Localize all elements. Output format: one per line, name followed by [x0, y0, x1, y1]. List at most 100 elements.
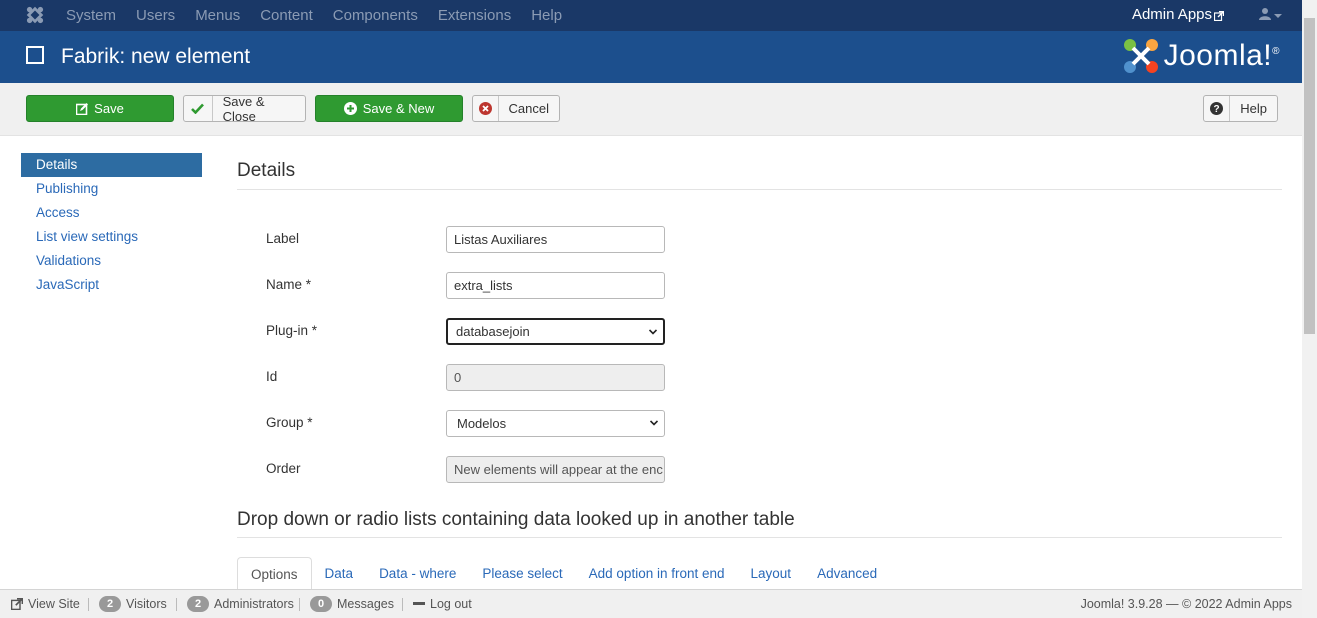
svg-text:?: ?	[1214, 104, 1220, 115]
menu-system[interactable]: System	[66, 7, 116, 24]
save-button[interactable]: Save	[26, 95, 174, 122]
visitors-badge: 2	[99, 596, 121, 612]
joomla-wordmark: Joomla!®	[1164, 39, 1280, 73]
view-site-link[interactable]: View Site	[11, 590, 80, 618]
menu-components[interactable]: Components	[333, 7, 418, 24]
page-title: Fabrik: new element	[61, 45, 251, 68]
plugin-select-value: databasejoin	[456, 324, 530, 339]
messages-status[interactable]: 0 Messages	[310, 590, 394, 618]
separator	[88, 598, 89, 611]
plugin-field-label: Plug-in *	[266, 323, 318, 338]
menu-menus[interactable]: Menus	[195, 7, 240, 24]
help-icon-box: ?	[1204, 96, 1231, 121]
page-scrollbar[interactable]	[1302, 0, 1317, 618]
plugin-select[interactable]: databasejoin	[446, 318, 665, 345]
joomla-wordmark-text: Joomla!	[1163, 39, 1273, 72]
divider	[237, 189, 1282, 190]
tab-data-where[interactable]: Data - where	[366, 557, 469, 591]
administrators-status[interactable]: 2 Administrators	[187, 590, 294, 618]
external-link-icon	[1214, 11, 1224, 21]
tab-options[interactable]: Options	[237, 557, 312, 591]
sidebar-item-validations[interactable]: Validations	[21, 249, 202, 273]
tab-please-select[interactable]: Please select	[469, 557, 575, 591]
joomla-logo-icon	[1123, 39, 1158, 73]
joomla-logo: Joomla!®	[1122, 37, 1280, 75]
sidebar-item-access[interactable]: Access	[21, 201, 202, 225]
external-link-icon	[11, 598, 23, 610]
separator	[402, 598, 403, 611]
id-field-label: Id	[266, 369, 278, 384]
group-field-label: Group *	[266, 415, 313, 430]
save-close-label: Save & Close	[222, 93, 265, 124]
cancel-button[interactable]: Cancel	[472, 95, 560, 122]
main-menu: System Users Menus Content Components Ex…	[66, 0, 582, 31]
name-field-label: Name *	[266, 277, 312, 292]
tab-data[interactable]: Data	[312, 557, 367, 591]
messages-badge: 0	[310, 596, 332, 612]
page-header: Fabrik: new element Joomla!®	[0, 31, 1302, 83]
user-icon[interactable]	[1258, 7, 1272, 21]
version-text: Joomla! 3.9.28	[1080, 597, 1163, 611]
sidebar-item-publishing[interactable]: Publishing	[21, 177, 202, 201]
details-heading: Details	[237, 160, 296, 181]
save-label: Save	[94, 101, 124, 116]
sidebar-nav: Details Publishing Access List view sett…	[21, 153, 202, 297]
administrators-badge: 2	[187, 596, 209, 612]
cancel-label: Cancel	[508, 101, 549, 116]
chevron-down-icon	[650, 420, 658, 426]
sidebar-item-javascript[interactable]: JavaScript	[21, 273, 202, 297]
joomla-menu-icon[interactable]	[26, 5, 44, 25]
view-site-label: View Site	[28, 597, 80, 611]
separator	[299, 598, 300, 611]
plugin-section-heading: Drop down or radio lists containing data…	[237, 509, 795, 530]
status-bar: View Site 2 Visitors 2 Administrators 0 …	[0, 589, 1302, 618]
help-label: Help	[1240, 101, 1267, 116]
cancel-icon-box	[473, 96, 499, 121]
check-icon	[191, 103, 205, 114]
administrators-label: Administrators	[214, 597, 294, 611]
save-new-button[interactable]: Save & New	[315, 95, 463, 122]
chevron-down-icon[interactable]	[1274, 14, 1282, 18]
site-name-label: Admin Apps	[1131, 6, 1212, 23]
sidebar-item-list-view-settings[interactable]: List view settings	[21, 225, 202, 249]
group-select[interactable]: Modelos	[446, 410, 665, 437]
admin-topbar: System Users Menus Content Components Ex…	[0, 0, 1302, 31]
cancel-icon	[478, 102, 492, 115]
tab-add-option-front-end[interactable]: Add option in front end	[576, 557, 738, 591]
label-input[interactable]: Listas Auxiliares	[446, 226, 665, 253]
menu-extensions[interactable]: Extensions	[438, 7, 511, 24]
scrollbar-thumb[interactable]	[1304, 18, 1315, 334]
order-field-label: Order	[266, 461, 301, 476]
save-new-label: Save & New	[362, 101, 435, 116]
page-icon	[26, 46, 44, 64]
edit-icon	[76, 102, 89, 115]
save-close-icon-box	[184, 96, 213, 121]
order-input: New elements will appear at the enc	[446, 456, 665, 483]
separator	[176, 598, 177, 611]
tab-advanced[interactable]: Advanced	[804, 557, 890, 591]
logout-link[interactable]: Log out	[413, 590, 472, 618]
plugin-tabs: Options Data Data - where Please select …	[237, 557, 1282, 591]
save-close-button[interactable]: Save & Close	[183, 93, 306, 124]
menu-users[interactable]: Users	[136, 7, 175, 24]
menu-content[interactable]: Content	[260, 7, 313, 24]
logout-label: Log out	[430, 597, 472, 611]
chevron-down-icon	[649, 329, 657, 335]
sidebar-item-details[interactable]: Details	[21, 153, 202, 177]
tab-layout[interactable]: Layout	[738, 557, 805, 591]
site-name-link[interactable]: Admin Apps	[1132, 6, 1226, 23]
visitors-label: Visitors	[126, 597, 167, 611]
registered-mark: ®	[1272, 46, 1280, 57]
divider	[237, 537, 1282, 538]
footer-copyright: Joomla! 3.9.28 — © 2022 Admin Apps	[1081, 590, 1292, 618]
name-input[interactable]: extra_lists	[446, 272, 665, 299]
help-button[interactable]: ? Help	[1203, 95, 1278, 122]
menu-help[interactable]: Help	[531, 7, 562, 24]
group-select-value: Modelos	[457, 416, 507, 431]
id-input: 0	[446, 364, 665, 391]
copyright-text: — © 2022 Admin Apps	[1166, 597, 1292, 611]
visitors-status[interactable]: 2 Visitors	[99, 590, 167, 618]
toolbar: Save Save & Close Save & New Cancel ? He…	[0, 83, 1302, 136]
messages-label: Messages	[337, 597, 394, 611]
plus-circle-icon	[343, 102, 357, 115]
